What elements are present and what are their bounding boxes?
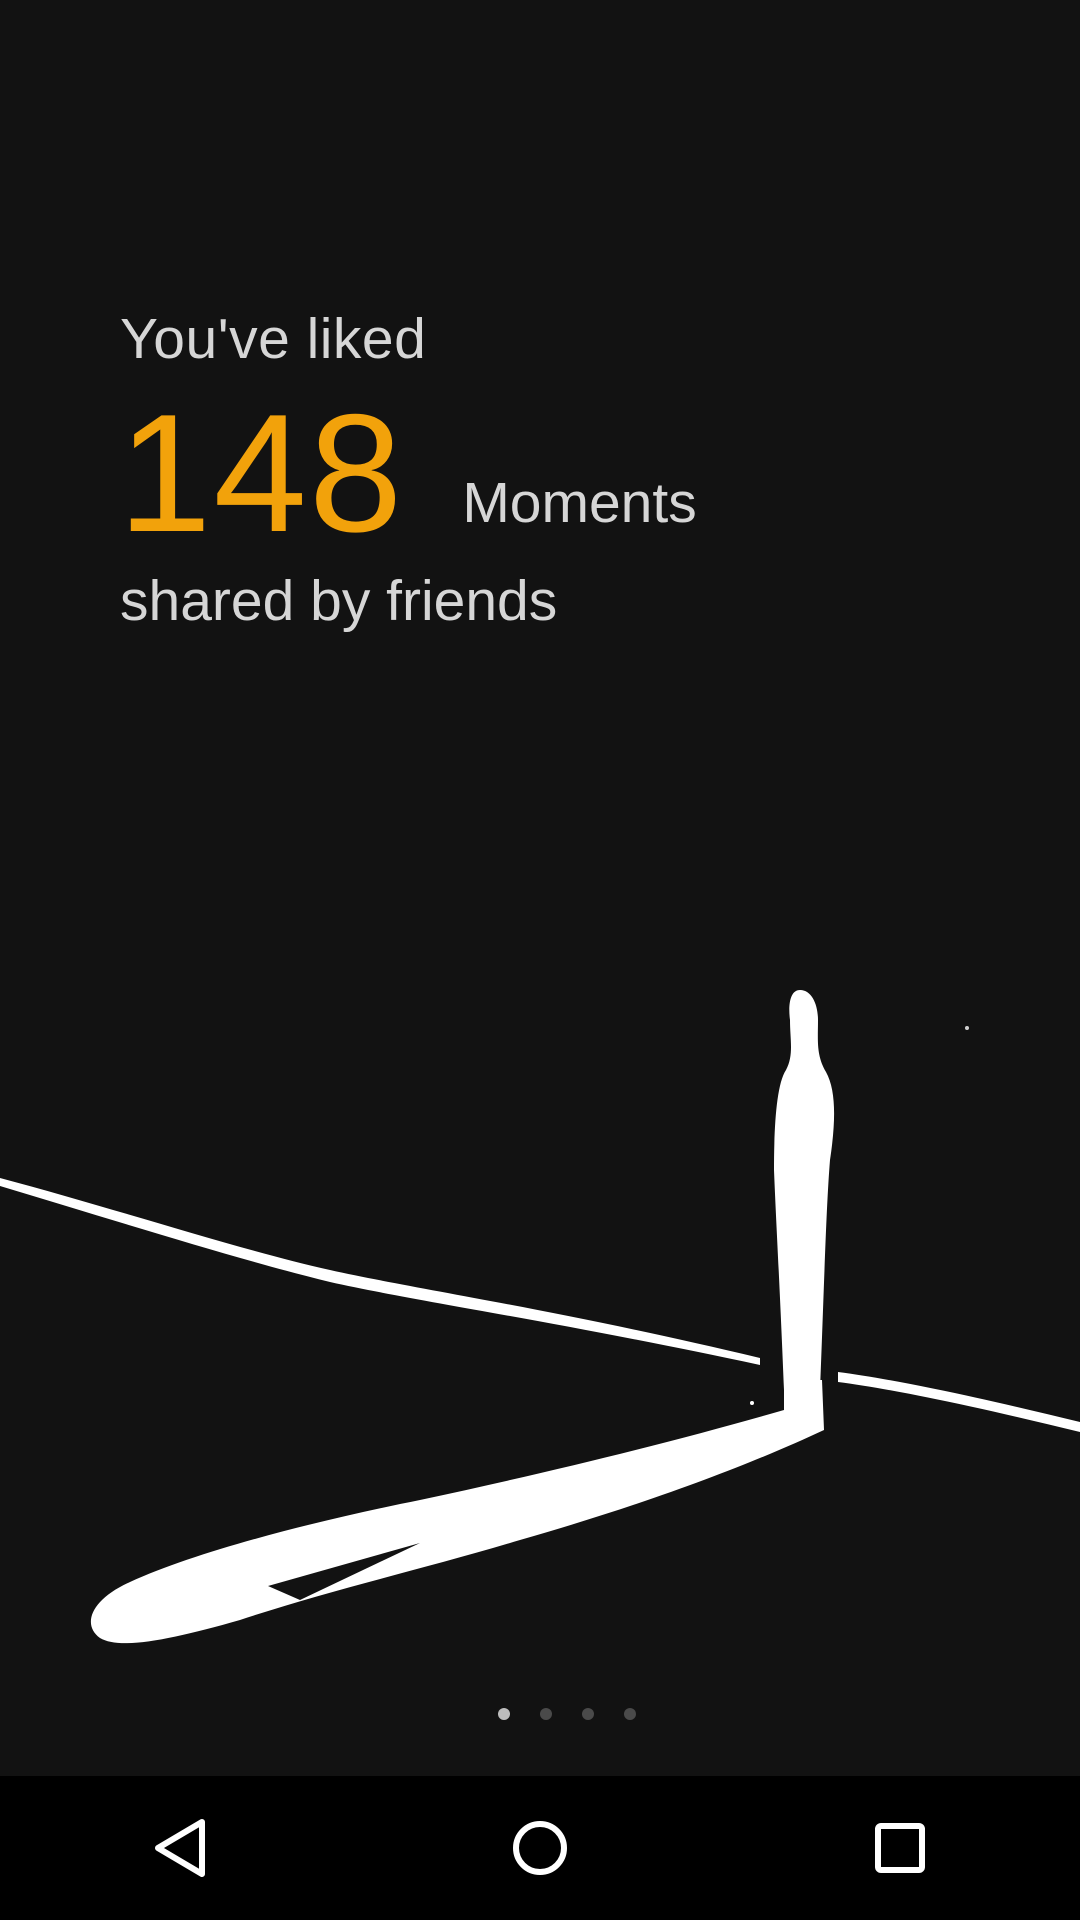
speck [965,1026,969,1030]
system-nav-bar [0,1776,1080,1920]
page-dot-1[interactable] [498,1708,510,1720]
page-dot-4[interactable] [624,1708,636,1720]
person-shadow-illustration [0,990,1080,1644]
headline-text: You've liked [120,307,427,371]
summary-page[interactable]: You've liked 148 Moments shared by frien… [0,0,1080,1776]
horizon-line-right [838,1372,1080,1432]
back-button[interactable] [110,1788,250,1908]
person-shadow [90,1380,824,1644]
recents-icon [875,1823,925,1873]
count-row: 148 Moments [118,379,697,567]
page-dot-2[interactable] [540,1708,552,1720]
subline-text: shared by friends [120,569,558,633]
likes-count: 148 [118,379,405,567]
person-figure [774,990,835,1390]
home-icon [513,1821,567,1875]
recents-button[interactable] [830,1788,970,1908]
stats-screen: You've liked 148 Moments shared by frien… [0,0,1080,1920]
back-icon [155,1819,205,1877]
speck [750,1401,754,1405]
count-unit: Moments [462,471,697,535]
page-dot-3[interactable] [582,1708,594,1720]
page-indicator [0,1708,1080,1728]
home-button[interactable] [470,1788,610,1908]
horizon-line-left [0,1178,760,1365]
